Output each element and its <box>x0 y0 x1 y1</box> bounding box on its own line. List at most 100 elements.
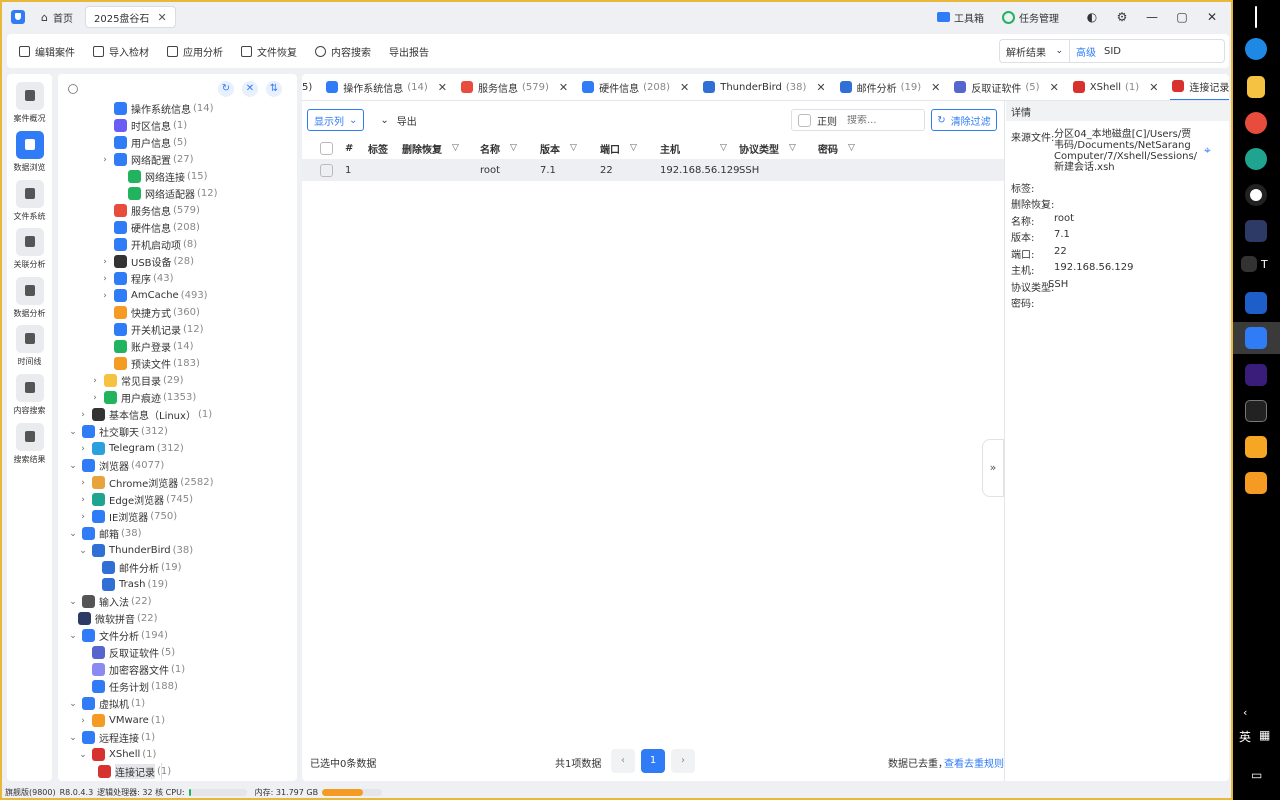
advanced-search-link[interactable]: 高级 <box>1076 44 1096 59</box>
theme-toggle-icon[interactable]: ◐ <box>1077 10 1107 24</box>
tree-node[interactable]: 硬件信息 (208) <box>114 219 200 236</box>
tab-item[interactable]: 服务信息 (579) ✕ <box>459 74 574 100</box>
tree-node[interactable]: 连接记录 (1) <box>92 763 171 780</box>
tree-node[interactable]: ⌄ 输入法 (22) <box>68 593 152 610</box>
mail-icon[interactable] <box>1245 292 1267 314</box>
chevron-down-icon[interactable]: ⌄ <box>68 631 78 641</box>
vscode-remote-icon[interactable] <box>1245 220 1267 242</box>
tree-node[interactable]: › 常见目录 (29) <box>90 372 184 389</box>
tab-item[interactable]: 操作系统信息 (14) ✕ <box>324 74 453 100</box>
tab-item[interactable]: XShell (1) ✕ <box>1071 74 1165 100</box>
refresh-icon[interactable]: ↻ <box>218 81 234 97</box>
nav-relation-analysis[interactable]: 关联分析 <box>7 228 52 270</box>
content-search-button[interactable]: 内容搜索 <box>315 44 371 59</box>
filter-icon[interactable]: ▽ <box>848 143 855 153</box>
edge-dev-icon[interactable] <box>1245 148 1267 170</box>
tree-node[interactable]: ⌄ 社交聊天 (312) <box>68 423 168 440</box>
export-button[interactable]: ⌄ 导出 <box>380 113 416 128</box>
regex-checkbox[interactable] <box>798 113 811 127</box>
collapse-detail-handle[interactable]: » <box>982 439 1004 497</box>
tab-home[interactable]: ⌂ 首页 <box>33 6 81 28</box>
close-icon[interactable]: ✕ <box>559 81 568 94</box>
chevron-right-icon[interactable]: › <box>90 393 100 403</box>
tree-node[interactable]: ⌄ 浏览器 (4077) <box>68 457 164 474</box>
edge-icon[interactable] <box>1245 38 1267 60</box>
tree-node[interactable]: › 用户痕迹 (1353) <box>90 389 196 406</box>
col-port[interactable]: 端口 ▽ <box>600 141 637 156</box>
tab-item[interactable]: ThunderBird (38) ✕ <box>701 74 831 100</box>
ime-grid-icon[interactable]: ▦ <box>1259 728 1270 742</box>
tree-node[interactable]: › Chrome浏览器 (2582) <box>78 474 214 491</box>
edit-case-button[interactable]: 编辑案件 <box>19 44 75 59</box>
chevron-right-icon[interactable]: › <box>78 716 88 726</box>
nav-content-search[interactable]: 内容搜索 <box>7 374 52 416</box>
col-version[interactable]: 版本 ▽ <box>540 141 577 156</box>
tree-node[interactable]: 开关机记录 (12) <box>114 321 204 338</box>
tree-node[interactable]: › USB设备 (28) <box>100 253 194 270</box>
tree-node[interactable]: › 基本信息（Linux） (1) <box>78 406 212 423</box>
maximize-button[interactable]: ▢ <box>1167 10 1197 24</box>
tree-node[interactable]: 反取证软件 (5) <box>92 644 175 661</box>
ime-language[interactable]: 英 <box>1239 728 1251 745</box>
tree-node[interactable]: 开机启动项 (8) <box>114 236 197 253</box>
chevron-down-icon[interactable]: ⌄ <box>68 699 78 709</box>
prev-page-button[interactable]: ‹ <box>611 749 635 773</box>
col-num[interactable]: # <box>345 143 353 154</box>
chevron-down-icon[interactable]: ⌄ <box>78 546 88 556</box>
task-manager-button[interactable]: 任务管理 <box>1002 10 1059 25</box>
filter-icon[interactable]: ▽ <box>510 143 517 153</box>
filter-icon[interactable]: ▽ <box>630 143 637 153</box>
chevron-right-icon[interactable]: › <box>100 291 110 301</box>
nav-timeline[interactable]: 时间线 <box>7 325 52 367</box>
chevron-right-icon[interactable]: › <box>100 155 110 165</box>
settings-gear-icon[interactable]: ⚙ <box>1107 10 1137 24</box>
chevron-right-icon[interactable]: › <box>100 274 110 284</box>
tree-node[interactable]: 邮件分析 (19) <box>102 559 182 576</box>
tree-node[interactable]: 时区信息 (1) <box>114 117 187 134</box>
close-icon[interactable]: ✕ <box>1149 81 1158 94</box>
chrome-icon[interactable] <box>1245 112 1267 134</box>
tree-node[interactable]: 加密容器文件 (1) <box>92 661 185 678</box>
col-protocol[interactable]: 协议类型 ▽ <box>739 141 796 156</box>
tree-node[interactable]: › 网络配置 (27) <box>100 151 194 168</box>
close-icon[interactable]: ✕ <box>931 81 940 94</box>
nav-data-browse[interactable]: 数据浏览 <box>7 131 52 173</box>
tree-node[interactable]: ⌄ XShell (1) <box>78 746 156 763</box>
close-icon[interactable]: ✕ <box>1050 81 1059 94</box>
browser-icon[interactable] <box>1245 184 1267 206</box>
chevron-down-icon[interactable]: ⌄ <box>68 461 78 471</box>
app-icon[interactable] <box>1245 364 1267 386</box>
app-analysis-button[interactable]: 应用分析 <box>167 44 223 59</box>
tree-node[interactable]: › IE浏览器 (750) <box>78 508 177 525</box>
tree-node[interactable]: Trash (19) <box>102 576 168 593</box>
chevron-down-icon[interactable]: ⌄ <box>68 427 78 437</box>
tree-node[interactable]: 任务计划 (188) <box>92 678 178 695</box>
tree-node[interactable]: 服务信息 (579) <box>114 202 200 219</box>
tree-node[interactable]: ⌄ 文件分析 (194) <box>68 627 168 644</box>
close-icon[interactable]: ✕ <box>680 81 689 94</box>
select-all-checkbox[interactable] <box>320 141 333 155</box>
clear-filter-button[interactable]: ↻ 清除过滤 <box>931 109 997 131</box>
global-search-input[interactable] <box>1104 45 1214 57</box>
tree-node[interactable]: ⌄ ThunderBird (38) <box>78 542 193 559</box>
grid-search-input[interactable] <box>847 114 917 126</box>
tree-node[interactable]: 操作系统信息 (14) <box>114 100 214 117</box>
minimize-button[interactable]: — <box>1137 10 1167 24</box>
chevron-down-icon[interactable]: ⌄ <box>78 750 88 760</box>
locate-file-icon[interactable]: ⌖ <box>1204 143 1211 158</box>
col-name[interactable]: 名称 ▽ <box>480 141 517 156</box>
tree-node[interactable]: › VMware (1) <box>78 712 165 729</box>
close-icon[interactable]: ✕ <box>438 81 447 94</box>
terminal-icon[interactable] <box>1241 256 1257 272</box>
console-icon[interactable] <box>1245 400 1267 422</box>
nav-file-system[interactable]: 文件系统 <box>7 180 52 222</box>
notes-icon[interactable] <box>1245 436 1267 458</box>
chevron-left-icon[interactable]: ‹ <box>1243 706 1247 719</box>
file-recovery-button[interactable]: 文件恢复 <box>241 44 297 59</box>
chevron-right-icon[interactable]: › <box>90 376 100 386</box>
tree-node[interactable]: › 程序 (43) <box>100 270 174 287</box>
tree-node[interactable]: › Telegram (312) <box>78 440 184 457</box>
toolbox-button[interactable]: 工具箱 <box>937 10 984 25</box>
search-icon[interactable] <box>68 84 78 94</box>
tree-node[interactable]: ⌄ 邮箱 (38) <box>68 525 142 542</box>
